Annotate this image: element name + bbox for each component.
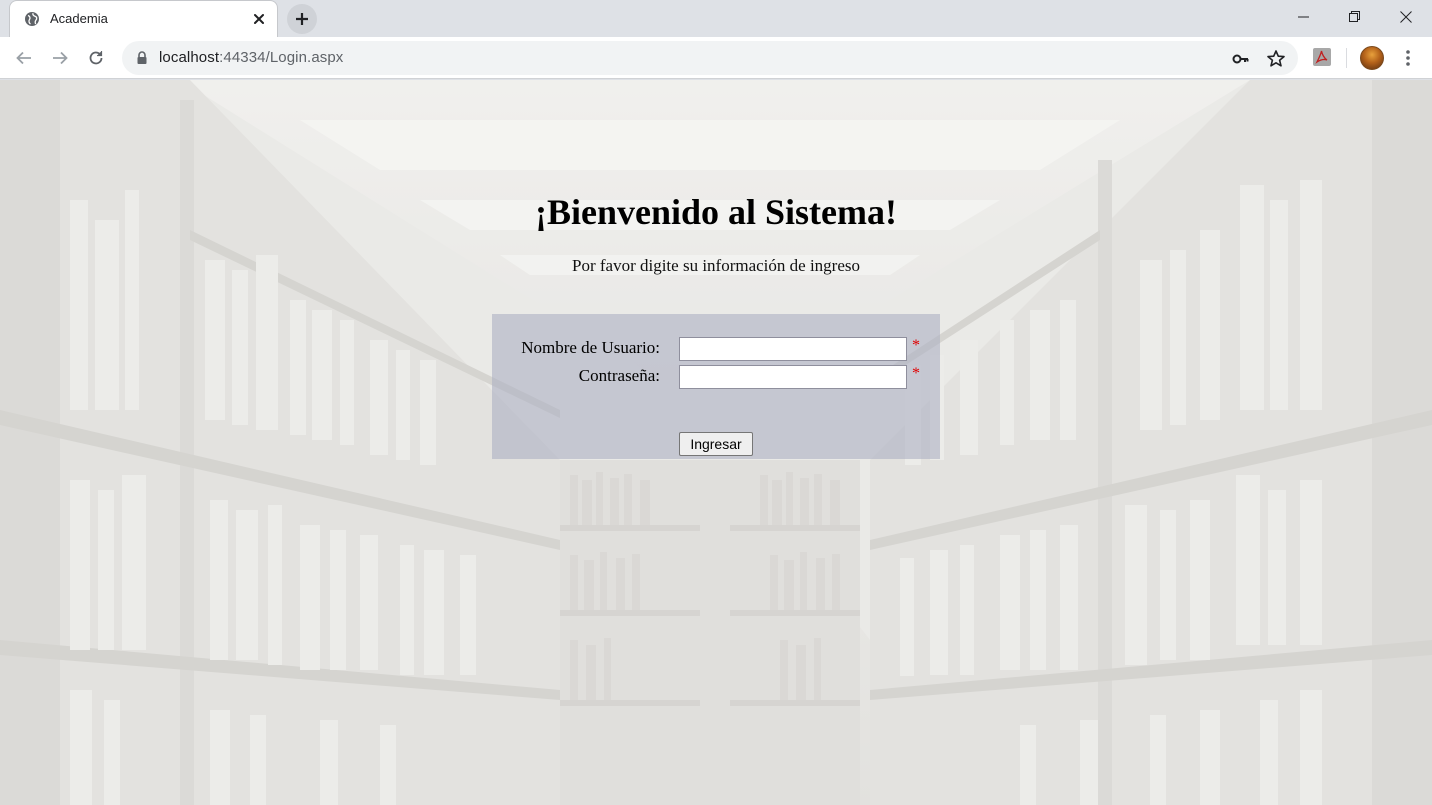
login-form: Nombre de Usuario: * Contraseña: * Ingre… [492, 314, 940, 459]
address-bar[interactable]: localhost:44334/Login.aspx [122, 41, 1298, 75]
arrow-left-icon [16, 51, 31, 65]
page-title: ¡Bienvenido al Sistema! [534, 192, 897, 232]
new-tab-button[interactable] [287, 4, 317, 34]
kebab-menu-icon[interactable] [1398, 48, 1418, 68]
browser-toolbar: localhost:44334/Login.aspx [0, 37, 1432, 79]
reload-button[interactable] [83, 45, 109, 71]
url-path: :44334/Login.aspx [219, 49, 344, 66]
plus-icon [296, 13, 308, 25]
username-label: Nombre de Usuario: [521, 338, 660, 357]
close-icon[interactable] [250, 10, 268, 28]
profile-avatar[interactable] [1360, 46, 1384, 70]
password-label: Contraseña: [578, 366, 660, 385]
star-icon[interactable] [1266, 49, 1286, 69]
password-required-marker: * [912, 365, 920, 382]
key-icon[interactable] [1231, 49, 1251, 69]
username-required-marker: * [912, 337, 920, 354]
back-button[interactable] [11, 45, 37, 71]
url-host: localhost [159, 49, 220, 66]
restore-icon [1349, 11, 1360, 22]
login-page: ¡Bienvenido al Sistema! Por favor digite… [0, 80, 1432, 805]
page-subtitle: Por favor digite su información de ingre… [572, 256, 860, 275]
tab-title: Academia [50, 11, 108, 26]
arrow-right-icon [53, 51, 68, 65]
close-window-button[interactable] [1383, 0, 1429, 34]
lock-icon[interactable] [136, 51, 148, 65]
browser-tab[interactable]: Academia [9, 0, 278, 37]
globe-icon [25, 12, 39, 26]
close-window-icon [1400, 11, 1412, 23]
reload-icon [89, 51, 103, 65]
username-input[interactable] [679, 337, 907, 361]
tab-strip: Academia [0, 0, 1432, 37]
minimize-button[interactable] [1281, 0, 1327, 34]
pdf-extension-icon[interactable] [1312, 47, 1332, 67]
login-button[interactable]: Ingresar [679, 432, 753, 456]
url-text[interactable]: localhost:44334/Login.aspx [159, 49, 343, 66]
page-viewport: ¡Bienvenido al Sistema! Por favor digite… [0, 80, 1432, 805]
minimize-icon [1298, 16, 1309, 18]
forward-button[interactable] [47, 45, 73, 71]
toolbar-separator [1346, 48, 1347, 68]
password-input[interactable] [679, 365, 907, 389]
restore-button[interactable] [1332, 0, 1378, 34]
